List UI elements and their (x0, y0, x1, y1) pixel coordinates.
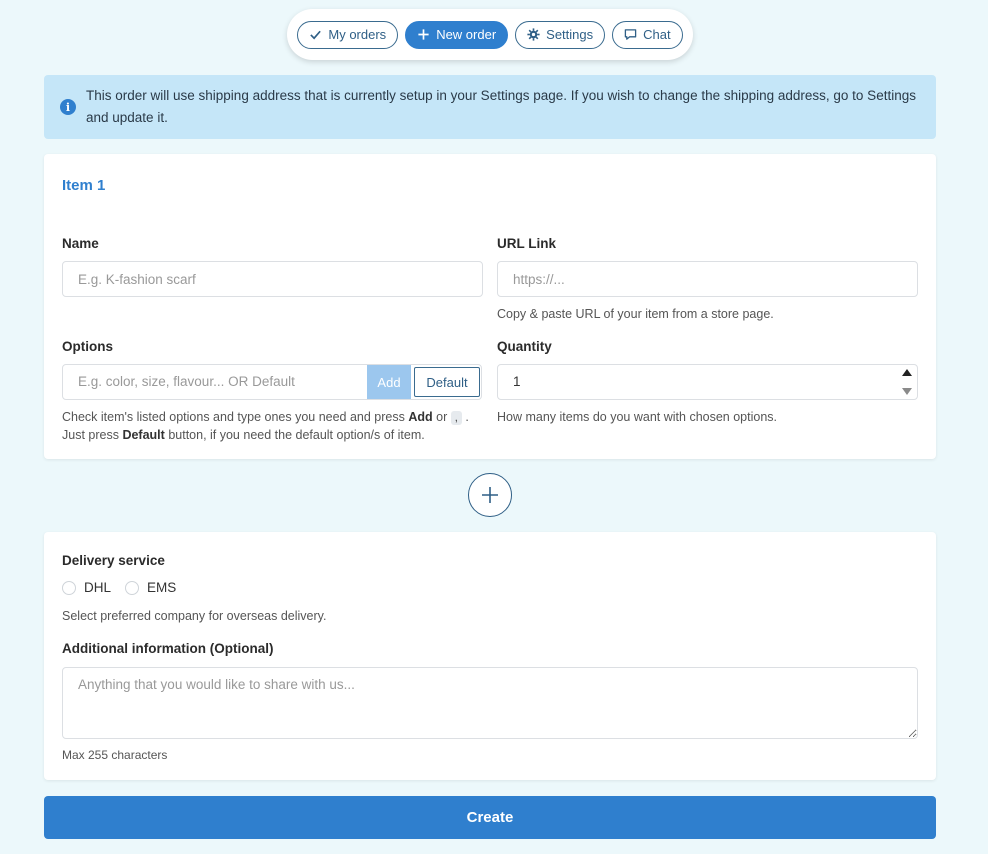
options-help-or: or (436, 410, 448, 424)
increment-arrow-icon[interactable] (902, 369, 912, 376)
delivery-card: Delivery service DHL EMS Select preferre… (44, 532, 936, 780)
my-orders-label: My orders (328, 27, 387, 42)
plus-icon (418, 29, 429, 40)
options-help-dot: . (465, 410, 469, 424)
options-input-group: E.g. color, size, flavour... OR Default … (62, 364, 482, 400)
item-card: Item 1 Name E.g. K-fashion scarf URL Lin… (44, 154, 936, 459)
max-characters-note: Max 255 characters (62, 748, 168, 762)
add-item-button[interactable] (468, 473, 512, 517)
quantity-help: How many items do you want with chosen o… (497, 410, 777, 424)
item-title: Item 1 (62, 177, 106, 194)
url-help: Copy & paste URL of your item from a sto… (497, 307, 774, 321)
my-orders-button[interactable]: My orders (297, 20, 399, 49)
url-label: URL Link (497, 236, 557, 251)
decrement-arrow-icon[interactable] (902, 388, 912, 395)
delivery-options: DHL EMS (62, 580, 190, 595)
options-help-text-2: Just press (62, 428, 119, 442)
options-help-text: Check item's listed options and type one… (62, 410, 405, 424)
options-help-text-3: button, if you need the default option/s… (168, 428, 425, 442)
chat-label: Chat (643, 27, 671, 42)
delivery-service-label: Delivery service (62, 553, 165, 568)
additional-info-textarea[interactable] (62, 667, 918, 739)
quantity-value: 1 (513, 374, 521, 389)
url-placeholder: https://... (513, 271, 565, 287)
create-button[interactable]: Create (44, 796, 936, 839)
chat-button[interactable]: Chat (612, 20, 683, 49)
new-order-label: New order (436, 27, 497, 42)
add-option-button[interactable]: Add (367, 365, 411, 399)
url-input[interactable]: https://... (497, 261, 918, 297)
info-icon: i (60, 99, 76, 115)
default-option-button[interactable]: Default (414, 367, 480, 397)
quantity-stepper[interactable]: 1 (497, 364, 918, 400)
top-nav: My orders New order Settings Chat (287, 9, 693, 60)
alert-message: This order will use shipping address tha… (86, 88, 916, 125)
shipping-info-alert: i This order will use shipping address t… (44, 75, 936, 139)
quantity-spinner[interactable] (901, 369, 913, 395)
dhl-label[interactable]: DHL (84, 580, 111, 595)
options-help-default: Default (122, 428, 165, 442)
name-label: Name (62, 236, 99, 251)
name-placeholder: E.g. K-fashion scarf (78, 271, 196, 287)
comma-key: , (450, 411, 462, 425)
quantity-label: Quantity (497, 339, 552, 354)
new-order-button[interactable]: New order (405, 20, 509, 49)
delivery-help: Select preferred company for overseas de… (62, 609, 327, 623)
ems-radio[interactable] (125, 580, 140, 595)
options-help-add: Add (408, 410, 433, 424)
dhl-radio[interactable] (62, 580, 76, 595)
settings-label: Settings (546, 27, 594, 42)
options-input[interactable]: E.g. color, size, flavour... OR Default (78, 365, 295, 399)
name-input[interactable]: E.g. K-fashion scarf (62, 261, 483, 297)
chat-icon (624, 29, 637, 40)
ems-label[interactable]: EMS (147, 580, 176, 595)
options-label: Options (62, 339, 113, 354)
options-help: Check item's listed options and type one… (62, 408, 492, 444)
settings-button[interactable]: Settings (515, 20, 606, 49)
gear-icon (527, 28, 540, 41)
check-icon (310, 30, 322, 40)
additional-info-label: Additional information (Optional) (62, 641, 274, 656)
plus-icon (482, 487, 498, 503)
